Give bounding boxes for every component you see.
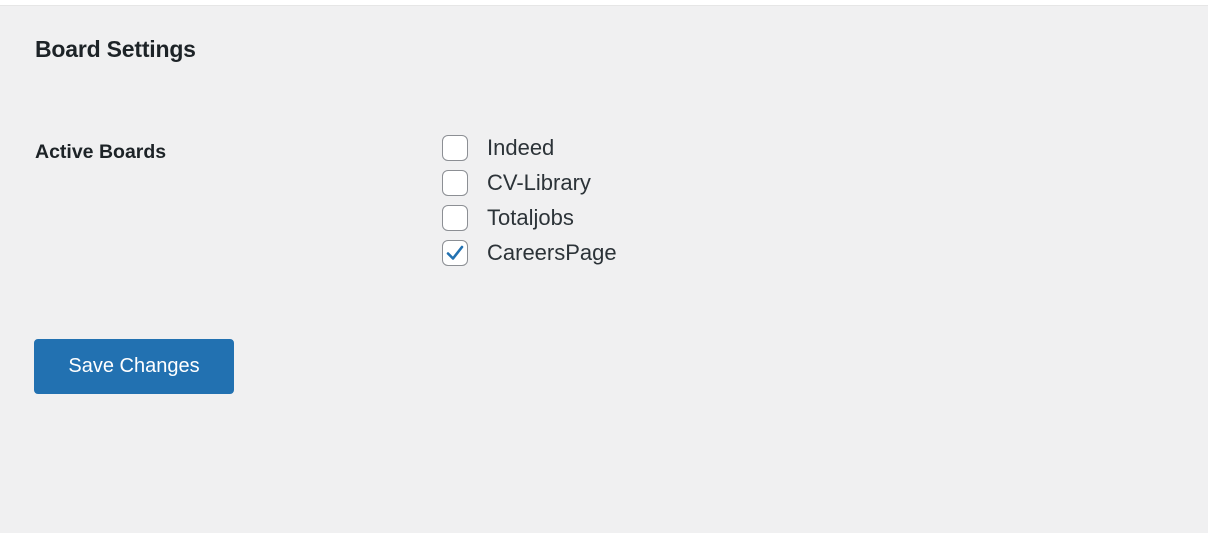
board-option-label: CV-Library bbox=[487, 170, 591, 195]
board-option-label: Indeed bbox=[487, 134, 555, 160]
boards-checkbox-list: Indeed CV-Library Totaljobs CareersPage bbox=[442, 130, 617, 270]
page-title: Board Settings bbox=[35, 36, 196, 62]
active-boards-label: Active Boards bbox=[35, 141, 167, 163]
checkmark-icon bbox=[446, 245, 464, 260]
board-option-totaljobs[interactable]: Totaljobs bbox=[442, 201, 617, 235]
board-option-label: Totaljobs bbox=[487, 205, 574, 230]
checkbox[interactable] bbox=[442, 170, 468, 196]
settings-panel: Board Settings Active Boards Indeed CV-L… bbox=[0, 5, 1208, 533]
checkbox[interactable] bbox=[442, 239, 468, 266]
save-changes-button[interactable]: Save Changes bbox=[34, 339, 234, 394]
board-option-cv-library[interactable]: CV-Library bbox=[442, 165, 617, 201]
board-option-careerspage[interactable]: CareersPage bbox=[442, 235, 617, 270]
checkbox[interactable] bbox=[442, 134, 468, 161]
board-option-indeed[interactable]: Indeed bbox=[442, 130, 617, 165]
checkbox[interactable] bbox=[442, 205, 468, 231]
board-option-label: CareersPage bbox=[487, 239, 617, 265]
